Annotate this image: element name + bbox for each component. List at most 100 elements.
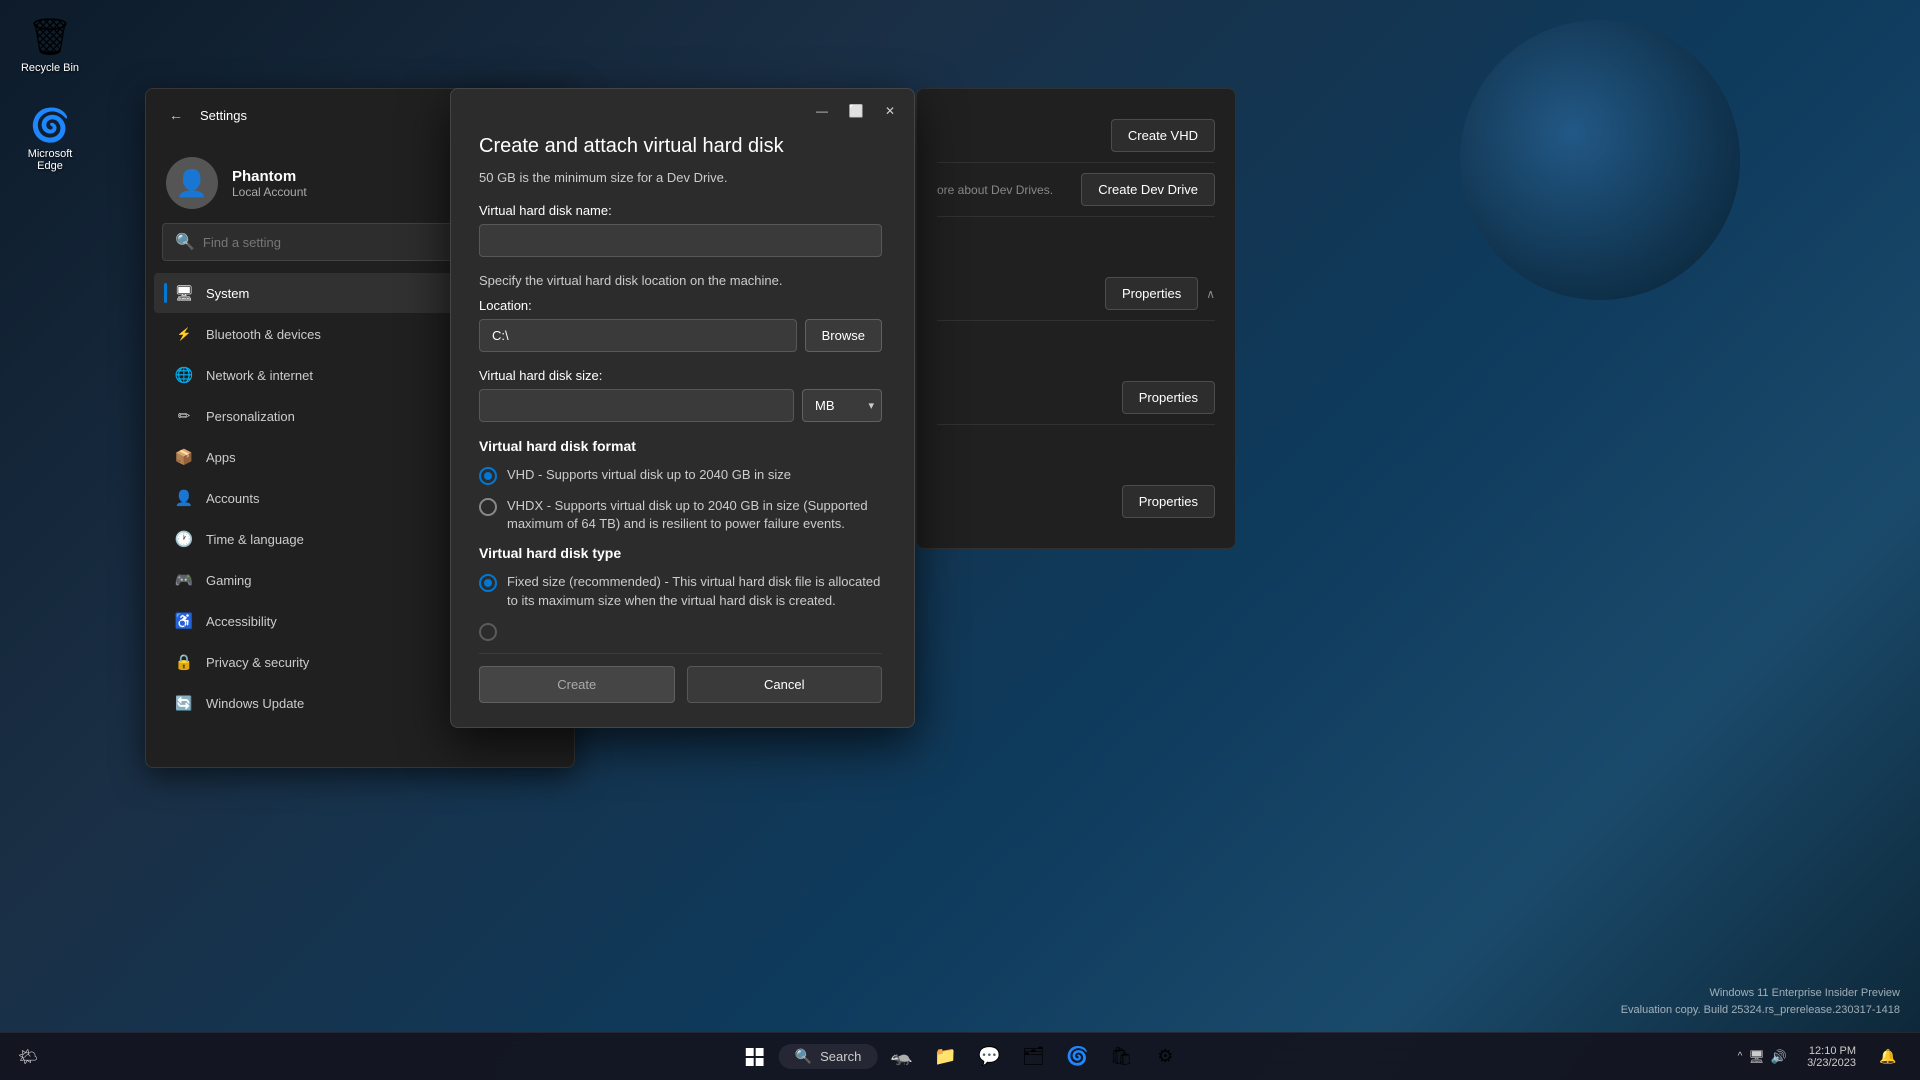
nav-label-time: Time & language bbox=[206, 532, 304, 547]
properties-button-2[interactable]: Properties bbox=[1122, 381, 1215, 414]
avatar: 👤 bbox=[166, 157, 218, 209]
size-row: MB GB TB bbox=[479, 389, 882, 422]
nav-label-apps: Apps bbox=[206, 450, 236, 465]
edge-desktop-icon[interactable]: 🌀 Microsoft Edge bbox=[10, 100, 90, 178]
cancel-button[interactable]: Cancel bbox=[687, 666, 883, 703]
update-icon: 🔄 bbox=[174, 693, 194, 713]
accounts-icon: 👤 bbox=[174, 488, 194, 508]
taskbar-search[interactable]: 🔍 Search bbox=[779, 1044, 878, 1069]
recycle-bin-icon[interactable]: 🗑 Recycle Bin bbox=[10, 10, 90, 80]
dialog-minimize-button[interactable]: — bbox=[806, 97, 838, 125]
dialog-footer: Create Cancel bbox=[479, 653, 882, 703]
taskbar-app-explorer[interactable]: 🗂 bbox=[1013, 1037, 1053, 1077]
taskbar-clock[interactable]: 12:10 PM 3/23/2023 bbox=[1799, 1043, 1864, 1071]
chevron-tray-icon: ^ bbox=[1738, 1051, 1743, 1062]
start-button[interactable] bbox=[735, 1037, 775, 1077]
create-vhd-button[interactable]: Create VHD bbox=[1111, 119, 1215, 152]
name-label: Virtual hard disk name: bbox=[479, 203, 882, 218]
properties-button-3[interactable]: Properties bbox=[1122, 485, 1215, 518]
search-icon: 🔍 bbox=[175, 232, 195, 252]
personalization-icon: ✏ bbox=[174, 406, 194, 426]
properties-row-3: Properties bbox=[937, 475, 1215, 528]
taskbar-search-icon: 🔍 bbox=[795, 1048, 812, 1065]
nav-label-bluetooth: Bluetooth & devices bbox=[206, 327, 321, 342]
recycle-bin-label: Recycle Bin bbox=[21, 62, 79, 74]
taskbar-app-files[interactable]: 📁 bbox=[925, 1037, 965, 1077]
accessibility-icon: ♿ bbox=[174, 611, 194, 631]
dialog-titlebar: — ⬜ ✕ bbox=[451, 89, 914, 125]
back-button[interactable]: ← bbox=[162, 101, 190, 129]
format-vhdx-radio[interactable] bbox=[479, 498, 497, 516]
taskbar-app-edge[interactable]: 🌀 bbox=[1057, 1037, 1097, 1077]
browse-button[interactable]: Browse bbox=[805, 319, 882, 352]
create-button[interactable]: Create bbox=[479, 666, 675, 703]
dev-drives-text: ore about Dev Drives. bbox=[937, 183, 1053, 197]
desktop: 🗑 Recycle Bin 🌀 Microsoft Edge ← Setting… bbox=[0, 0, 1920, 1080]
format-vhdx-label: VHDX - Supports virtual disk up to 2040 … bbox=[507, 497, 882, 533]
bg-settings-panel: Create VHD ore about Dev Drives. Create … bbox=[916, 88, 1236, 549]
taskbar-left: 🌤 bbox=[0, 1037, 48, 1077]
type-fixed-radio[interactable] bbox=[479, 574, 497, 592]
dialog-maximize-button[interactable]: ⬜ bbox=[840, 97, 872, 125]
gaming-icon: 🎮 bbox=[174, 570, 194, 590]
format-vhd-option[interactable]: VHD - Supports virtual disk up to 2040 G… bbox=[479, 466, 882, 485]
properties-row-1: Properties ∧ bbox=[937, 267, 1215, 321]
taskbar-app-teams[interactable]: 💬 bbox=[969, 1037, 1009, 1077]
notification-button[interactable]: 🔔 bbox=[1868, 1037, 1908, 1077]
format-vhd-label: VHD - Supports virtual disk up to 2040 G… bbox=[507, 466, 791, 484]
privacy-icon: 🔒 bbox=[174, 652, 194, 672]
settings-title-left: ← Settings bbox=[162, 101, 247, 129]
clock-date: 3/23/2023 bbox=[1807, 1057, 1856, 1069]
nav-label-system: System bbox=[206, 286, 249, 301]
dialog-subtitle: 50 GB is the minimum size for a Dev Driv… bbox=[479, 170, 882, 185]
name-input[interactable] bbox=[479, 224, 882, 257]
nav-label-network: Network & internet bbox=[206, 368, 313, 383]
type-fixed-option[interactable]: Fixed size (recommended) - This virtual … bbox=[479, 573, 882, 609]
type-dynamic-option[interactable] bbox=[479, 622, 882, 641]
edge-label: Microsoft Edge bbox=[16, 148, 84, 172]
windows-watermark: Windows 11 Enterprise Insider Preview Ev… bbox=[1621, 985, 1900, 1020]
type-fixed-label: Fixed size (recommended) - This virtual … bbox=[507, 573, 882, 609]
user-info: Phantom Local Account bbox=[232, 168, 307, 199]
user-type: Local Account bbox=[232, 185, 307, 199]
format-vhd-radio[interactable] bbox=[479, 467, 497, 485]
bluetooth-icon: ⚡ bbox=[174, 324, 194, 344]
watermark-line1: Windows 11 Enterprise Insider Preview bbox=[1621, 985, 1900, 1003]
location-row: Browse bbox=[479, 319, 882, 352]
size-input[interactable] bbox=[479, 389, 794, 422]
settings-title: Settings bbox=[200, 108, 247, 123]
volume-tray-icon: 🔊 bbox=[1771, 1049, 1787, 1065]
type-dynamic-radio[interactable] bbox=[479, 623, 497, 641]
network-icon: 🌐 bbox=[174, 365, 194, 385]
properties-row-2: Properties bbox=[937, 371, 1215, 425]
edge-image: 🌀 bbox=[30, 106, 70, 144]
format-vhdx-option[interactable]: VHDX - Supports virtual disk up to 2040 … bbox=[479, 497, 882, 533]
taskbar-system-tray[interactable]: ^ 🖥 🔊 bbox=[1730, 1045, 1795, 1069]
taskbar: 🌤 🔍 Search 🦡 📁 💬 🗂 bbox=[0, 1032, 1920, 1080]
dialog-title: Create and attach virtual hard disk bbox=[479, 135, 882, 158]
taskbar-app-settings[interactable]: ⚙ bbox=[1145, 1037, 1185, 1077]
dialog-scroll[interactable]: Create and attach virtual hard disk 50 G… bbox=[479, 135, 886, 703]
recycle-bin-image: 🗑 bbox=[27, 16, 73, 58]
dialog-close-button[interactable]: ✕ bbox=[874, 97, 906, 125]
location-section-text: Specify the virtual hard disk location o… bbox=[479, 273, 882, 288]
taskbar-app-store[interactable]: 🛍 bbox=[1101, 1037, 1141, 1077]
taskbar-center: 🔍 Search 🦡 📁 💬 🗂 🌀 🛍 ⚙ bbox=[735, 1037, 1186, 1077]
taskbar-app-mascot[interactable]: 🦡 bbox=[881, 1037, 921, 1077]
properties-button-1[interactable]: Properties bbox=[1105, 277, 1198, 310]
size-unit-select[interactable]: MB GB TB bbox=[802, 389, 882, 422]
nav-label-accessibility: Accessibility bbox=[206, 614, 277, 629]
size-unit-wrapper[interactable]: MB GB TB bbox=[802, 389, 882, 422]
create-dev-drive-button[interactable]: Create Dev Drive bbox=[1081, 173, 1215, 206]
nav-label-personalization: Personalization bbox=[206, 409, 295, 424]
nav-label-privacy: Privacy & security bbox=[206, 655, 309, 670]
vhd-dialog: — ⬜ ✕ Create and attach virtual hard dis… bbox=[450, 88, 915, 728]
nav-label-accounts: Accounts bbox=[206, 491, 259, 506]
network-tray-icon: 🖥 bbox=[1748, 1049, 1765, 1065]
weather-icon[interactable]: 🌤 bbox=[8, 1037, 48, 1077]
dev-drives-row: ore about Dev Drives. Create Dev Drive bbox=[937, 163, 1215, 217]
nav-label-update: Windows Update bbox=[206, 696, 304, 711]
location-input[interactable] bbox=[479, 319, 797, 352]
create-vhd-row: Create VHD bbox=[937, 109, 1215, 163]
time-icon: 🕐 bbox=[174, 529, 194, 549]
